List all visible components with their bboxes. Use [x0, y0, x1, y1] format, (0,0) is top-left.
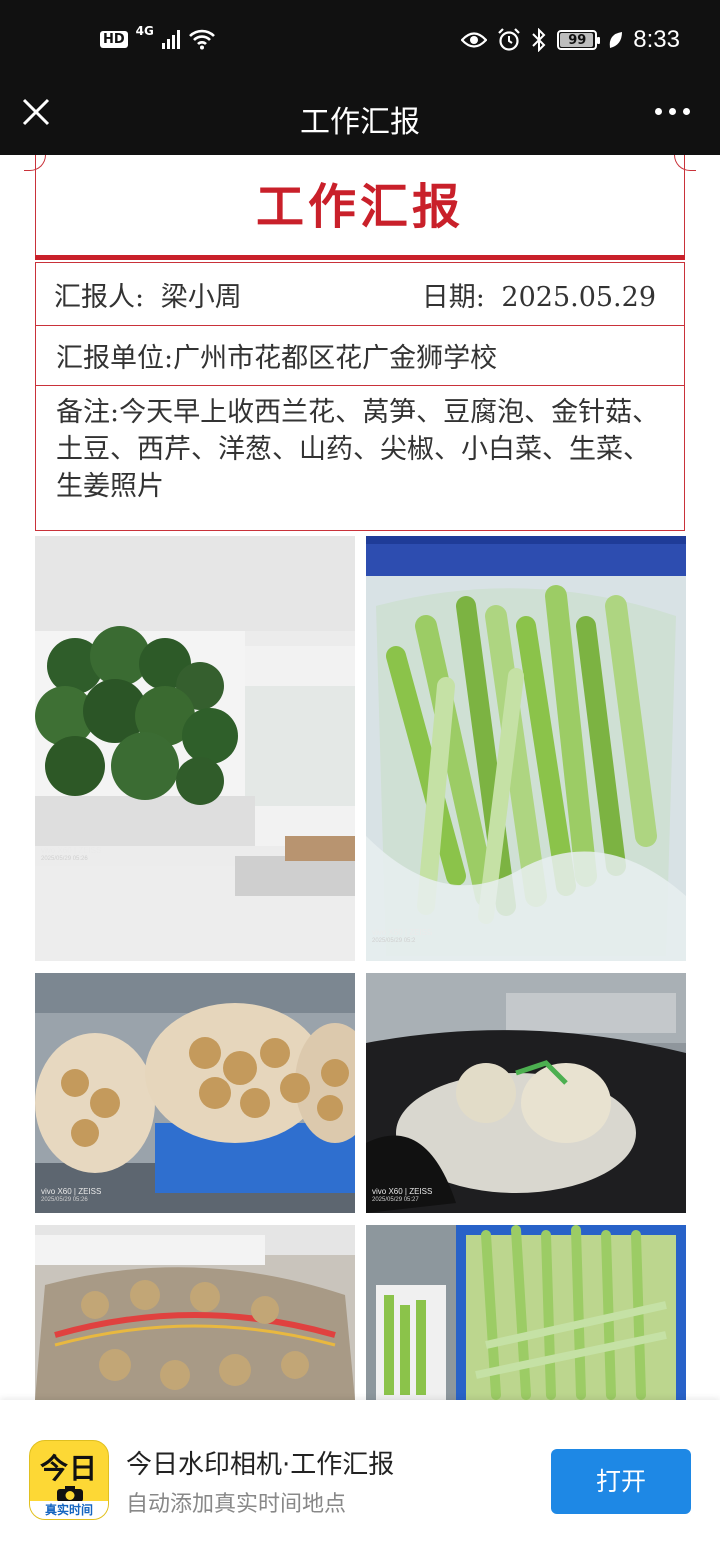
lettuce-stems-image — [366, 536, 686, 961]
page-title: 工作汇报 — [300, 105, 420, 140]
photo-enoki[interactable]: vivo X60 | ZEISS 2025/05/29 05:27 — [366, 973, 686, 1213]
date-field: 日期: 2025.05.29 — [422, 275, 656, 314]
unit-row: 汇报单位:广州市花都区花广金狮学校 — [35, 326, 685, 386]
photo-watermark: vivo X60 | ZEISS 2025/05/29 05:26 — [41, 846, 102, 862]
photo-watermark: vivo X60 | ZEISS 2025/05/29 05:26 — [41, 1187, 102, 1203]
photo-tofu-puffs[interactable]: vivo X60 | ZEISS 2025/05/29 05:26 — [35, 973, 355, 1213]
reporter-label: 汇报人: — [54, 281, 145, 313]
reporter-name: 梁小周 — [160, 281, 242, 313]
hd-badge: HD — [100, 30, 128, 48]
photo-celery[interactable] — [366, 1225, 686, 1400]
app-promo-banner: 今日 真实时间 今日水印相机·工作汇报 自动添加真实时间地点 打开 — [0, 1400, 720, 1560]
report-title: 工作汇报 — [255, 179, 464, 235]
status-bar: HD 4G 99 8:33 — [0, 0, 720, 84]
potatoes-image — [35, 1225, 355, 1400]
more-icon[interactable] — [655, 108, 690, 115]
photo-lettuce-stems[interactable]: vivo X60 | ZEISS 2025/05/29 05:2 — [366, 536, 686, 961]
photo-broccoli[interactable]: vivo X60 | ZEISS 2025/05/29 05:26 — [35, 536, 355, 961]
app-description: 自动添加真实时间地点 — [126, 1492, 347, 1517]
tofu-puffs-image — [35, 973, 355, 1213]
reporter-field: 汇报人: 梁小周 — [54, 275, 242, 314]
status-left: HD 4G — [100, 24, 216, 50]
photo-watermark: vivo X60 | ZEISS 2025/05/29 05:27 — [372, 1187, 433, 1203]
report-card: 工作汇报 汇报人: 梁小周 日期: 2025.05.29 汇报单位:广州市花都区… — [24, 155, 696, 531]
eye-icon — [461, 32, 488, 48]
network-label: 4G — [135, 24, 154, 38]
open-app-button[interactable]: 打开 — [551, 1449, 691, 1514]
wifi-icon — [188, 29, 215, 50]
unit-text: 汇报单位:广州市花都区花广金狮学校 — [56, 343, 498, 374]
bluetooth-icon — [532, 28, 546, 52]
date-value: 2025.05.29 — [501, 281, 656, 313]
photo-potatoes[interactable] — [35, 1225, 355, 1400]
app-icon[interactable]: 今日 真实时间 — [29, 1440, 109, 1520]
signal-icon — [161, 29, 180, 49]
report-title-box: 工作汇报 — [24, 155, 696, 255]
nav-bar: 工作汇报 — [0, 84, 720, 155]
photo-watermark: vivo X60 | ZEISS 2025/05/29 05:2 — [372, 928, 433, 944]
note-row: 备注:今天早上收西兰花、莴笋、豆腐泡、金针菇、土豆、西芹、洋葱、山药、尖椒、小白… — [35, 386, 685, 531]
battery-level: 99 — [568, 32, 587, 48]
note-text: 备注:今天早上收西兰花、莴笋、豆腐泡、金针菇、土豆、西芹、洋葱、山药、尖椒、小白… — [56, 397, 660, 502]
status-right: 99 8:33 — [461, 26, 680, 54]
app-icon-text: 今日 — [39, 1452, 98, 1485]
reporter-row: 汇报人: 梁小周 日期: 2025.05.29 — [35, 262, 685, 326]
app-name: 今日水印相机·工作汇报 — [126, 1450, 395, 1480]
broccoli-image — [35, 536, 355, 961]
date-label: 日期: — [421, 281, 485, 313]
app-icon-strip: 真实时间 — [30, 1501, 108, 1519]
leaf-icon — [610, 32, 623, 48]
title-divider — [35, 255, 685, 260]
enoki-image — [366, 973, 686, 1213]
clock: 8:33 — [633, 26, 680, 53]
battery-icon: 99 — [557, 30, 601, 50]
alarm-icon — [498, 28, 521, 51]
celery-image — [366, 1225, 686, 1400]
